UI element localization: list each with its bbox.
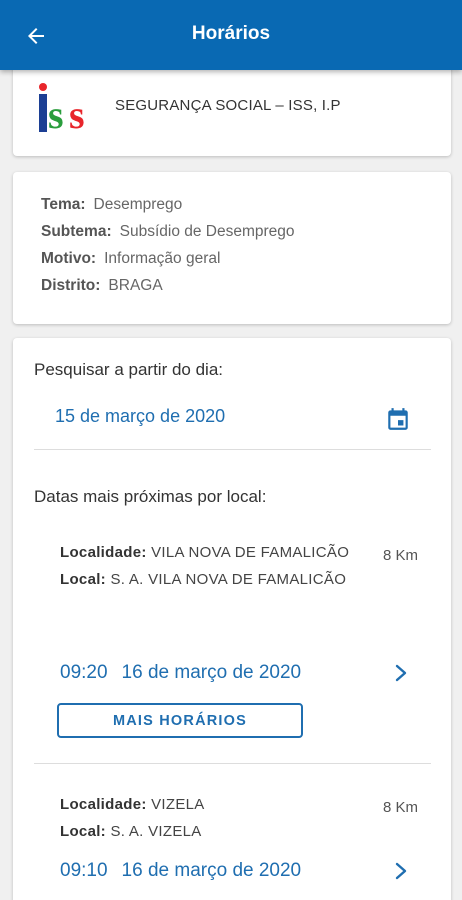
next-slot-link[interactable]: 09:20 16 de março de 2020	[60, 658, 430, 690]
chevron-right-icon	[395, 862, 407, 880]
date-picker[interactable]: 15 de março de 2020	[34, 392, 431, 450]
slot-time: 09:10	[60, 860, 108, 881]
slot-text: 09:20 16 de março de 2020	[60, 662, 301, 684]
location-item: Localidade: VIZELA Local: S. A. VIZELA	[60, 791, 430, 845]
local-value: S. A. VIZELA	[110, 823, 202, 840]
more-times-button[interactable]: MAIS HORÁRIOS	[57, 703, 303, 738]
nearest-dates-label: Datas mais próximas por local:	[34, 487, 267, 506]
localidade-label: Localidade:	[60, 796, 147, 813]
schedule-card: Pesquisar a partir do dia: 15 de março d…	[13, 338, 451, 900]
details-card: Tema: Desemprego Subtema: Subsídio de Dese…	[13, 172, 451, 324]
distance-badge: 8 Km	[382, 799, 418, 816]
selected-date: 15 de março de 2020	[55, 406, 226, 426]
detail-label: Motivo:	[41, 250, 97, 267]
svg-text:s: s	[48, 92, 64, 134]
detail-motivo: Motivo: Informação geral	[41, 250, 220, 268]
localidade-line: Localidade: VIZELA	[60, 791, 430, 818]
detail-label: Tema:	[41, 196, 86, 213]
detail-label: Distrito:	[41, 277, 101, 294]
detail-value: Subsídio de Desemprego	[119, 223, 295, 240]
entity-name: SEGURANÇA SOCIAL – ISS, I.P	[115, 97, 341, 114]
detail-tema: Tema: Desemprego	[41, 196, 182, 214]
divider	[34, 763, 431, 764]
slot-time: 09:20	[60, 662, 108, 683]
app-bar: Horários	[0, 0, 462, 70]
detail-subtema: Subtema: Subsídio de Desemprego	[41, 223, 295, 241]
localidade-value: VIZELA	[151, 796, 205, 813]
slot-text: 09:10 16 de março de 2020	[60, 860, 301, 882]
local-line: Local: S. A. VIZELA	[60, 818, 430, 845]
slot-date: 16 de março de 2020	[121, 662, 302, 683]
detail-distrito: Distrito: BRAGA	[41, 277, 163, 295]
calendar-icon	[388, 408, 408, 430]
local-line: Local: S. A. VILA NOVA DE FAMALICÃO	[60, 566, 430, 593]
localidade-label: Localidade:	[60, 544, 147, 561]
entity-card: s s SEGURANÇA SOCIAL – ISS, I.P	[13, 60, 451, 156]
next-slot-link[interactable]: 09:10 16 de março de 2020	[60, 856, 430, 888]
slot-date: 16 de março de 2020	[121, 860, 302, 881]
localidade-value: VILA NOVA DE FAMALICÃO	[151, 544, 350, 561]
detail-value: Desemprego	[93, 196, 183, 213]
svg-text:s: s	[69, 92, 85, 134]
local-label: Local:	[60, 823, 106, 840]
detail-value: Informação geral	[104, 250, 221, 267]
local-value: S. A. VILA NOVA DE FAMALICÃO	[110, 571, 347, 588]
localidade-line: Localidade: VILA NOVA DE FAMALICÃO	[60, 539, 430, 566]
chevron-right-icon	[395, 664, 407, 682]
detail-label: Subtema:	[41, 223, 112, 240]
distance-badge: 8 Km	[382, 547, 418, 564]
detail-value: BRAGA	[108, 277, 163, 294]
location-item: Localidade: VILA NOVA DE FAMALICÃO Local…	[60, 539, 430, 593]
page-title: Horários	[191, 23, 271, 44]
search-date-label: Pesquisar a partir do dia:	[34, 360, 223, 379]
local-label: Local:	[60, 571, 106, 588]
iss-logo: s s	[39, 83, 85, 134]
